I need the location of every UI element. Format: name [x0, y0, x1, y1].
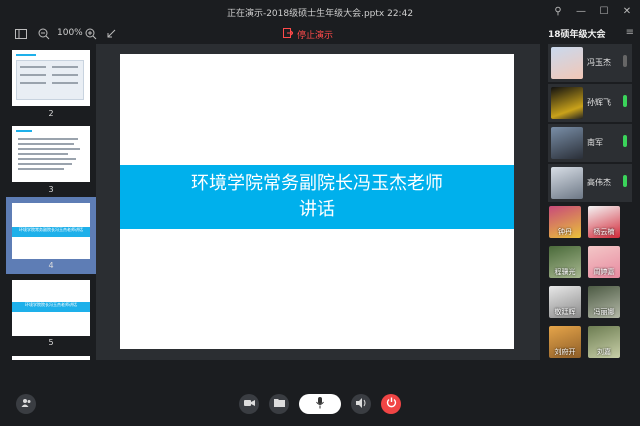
participant-thumb[interactable]: 冯丽娜	[588, 286, 620, 318]
microphone-icon	[316, 396, 324, 412]
slide-number: 3	[48, 185, 54, 194]
speaker-button[interactable]	[351, 394, 371, 414]
bottom-control-bar	[0, 360, 640, 426]
power-icon	[386, 397, 397, 411]
pin-icon[interactable]: ⚲	[551, 4, 565, 18]
avatar	[551, 47, 583, 79]
mic-status-icon	[623, 55, 627, 67]
slide-thumbnail[interactable]	[6, 350, 96, 360]
participant-thumb[interactable]: 杨云楠	[588, 206, 620, 238]
slide-number: 4	[48, 261, 54, 270]
slide-title-band: 环境学院常务副院长冯玉杰老师 讲话	[120, 165, 514, 229]
sidebar-toggle-icon[interactable]	[14, 26, 28, 42]
members-button[interactable]	[16, 394, 36, 414]
slide-thumbnail[interactable]: 环境学院院长冯玉杰老师讲话 5	[6, 274, 96, 350]
slide-number: 2	[48, 109, 54, 118]
slide-thumbnails-panel[interactable]: 2 3 环境学院常务副院长冯玉杰老师讲话 4 环境学院院长冯玉杰老师讲话 5	[6, 44, 96, 360]
participant-name: 冯丽娜	[593, 308, 615, 316]
participant-name: 刘嘉	[597, 348, 611, 356]
microphone-button[interactable]	[299, 394, 341, 414]
participant-thumb[interactable]: 程骥光	[549, 246, 581, 278]
slide-thumbnail[interactable]: 2	[6, 44, 96, 120]
slide-thumbnail[interactable]: 3	[6, 120, 96, 197]
camera-button[interactable]	[239, 394, 259, 414]
slide-thumbnail-active[interactable]: 环境学院常务副院长冯玉杰老师讲话 4	[6, 197, 96, 274]
thumbnail-preview	[12, 126, 90, 182]
avatar	[551, 127, 583, 159]
close-icon[interactable]: ✕	[620, 4, 634, 18]
mic-status-icon	[623, 135, 627, 147]
participant-tile[interactable]: 孙辉飞	[548, 84, 632, 122]
maximize-icon[interactable]: ☐	[597, 4, 611, 18]
participant-name: 高伟杰	[587, 178, 611, 187]
speaker-icon	[355, 397, 367, 411]
stop-presenting-button[interactable]: 停止演示	[283, 28, 333, 41]
participant-name: 杨云楠	[593, 228, 615, 236]
participant-thumb[interactable]: 周婷嘉	[588, 246, 620, 278]
list-menu-icon[interactable]: ≡	[626, 27, 634, 38]
thumbnail-band-text: 环境学院院长冯玉杰老师讲话	[12, 302, 90, 312]
zoom-out-icon[interactable]	[37, 26, 51, 42]
participant-thumb[interactable]: 钟丹	[549, 206, 581, 238]
avatar	[551, 167, 583, 199]
avatar	[551, 87, 583, 119]
current-slide[interactable]: 环境学院常务副院长冯玉杰老师 讲话	[120, 54, 514, 349]
window-title: 正在演示-2018级硕士生年级大会.pptx 22:42	[226, 9, 414, 19]
participant-name: 周婷嘉	[593, 268, 615, 276]
thumbnail-band-text: 环境学院常务副院长冯玉杰老师讲话	[12, 227, 90, 237]
presentation-toolbar: 100% 停止演示	[0, 24, 540, 44]
participant-thumb[interactable]: 刘府开	[549, 326, 581, 358]
stop-presenting-label: 停止演示	[297, 31, 334, 41]
thumbnail-preview	[12, 50, 90, 106]
participant-name: 孙辉飞	[587, 98, 611, 107]
participant-name: 程骥光	[554, 268, 576, 276]
thumbnail-preview: 环境学院院长冯玉杰老师讲话	[12, 280, 90, 336]
end-meeting-button[interactable]	[381, 394, 401, 414]
participant-tile[interactable]: 南军	[548, 124, 632, 162]
stop-icon	[283, 28, 294, 41]
participant-tile[interactable]: 冯玉杰	[548, 44, 632, 82]
slide-title-line1: 环境学院常务副院长冯玉杰老师	[191, 173, 443, 194]
participant-name: 南军	[587, 138, 603, 147]
participant-name: 敬廷辉	[554, 308, 576, 316]
share-file-button[interactable]	[269, 394, 289, 414]
participant-name: 刘府开	[554, 348, 576, 356]
zoom-in-icon[interactable]	[84, 26, 98, 42]
people-icon	[21, 398, 32, 411]
window-controls: ⚲ — ☐ ✕	[551, 4, 634, 18]
participant-thumb[interactable]: 敬廷辉	[549, 286, 581, 318]
mic-status-icon	[623, 175, 627, 187]
participant-tile[interactable]: 高伟杰	[548, 164, 632, 202]
annotate-arrow-icon[interactable]	[104, 26, 118, 42]
slide-number: 5	[48, 338, 54, 347]
participants-panel: 18硕年级大会 ≡ 冯玉杰 孙辉飞 南军 高伟杰 钟丹 杨云楠 程骥光 周婷嘉 …	[540, 24, 640, 360]
participant-name: 钟丹	[558, 228, 572, 236]
participant-thumb[interactable]: 刘嘉	[588, 326, 620, 358]
folder-icon	[273, 398, 285, 410]
title-bar: 正在演示-2018级硕士生年级大会.pptx 22:42 ⚲ — ☐ ✕	[0, 0, 640, 24]
presentation-stage: 环境学院常务副院长冯玉杰老师 讲话	[96, 44, 540, 360]
minimize-icon[interactable]: —	[574, 4, 588, 18]
meeting-title: 18硕年级大会	[548, 30, 606, 40]
thumbnail-preview: 环境学院常务副院长冯玉杰老师讲话	[12, 203, 90, 259]
slide-title-line2: 讲话	[299, 199, 335, 220]
participant-name: 冯玉杰	[587, 58, 611, 67]
zoom-level: 100%	[57, 28, 83, 38]
camera-icon	[243, 399, 255, 410]
mic-status-icon	[623, 95, 627, 107]
